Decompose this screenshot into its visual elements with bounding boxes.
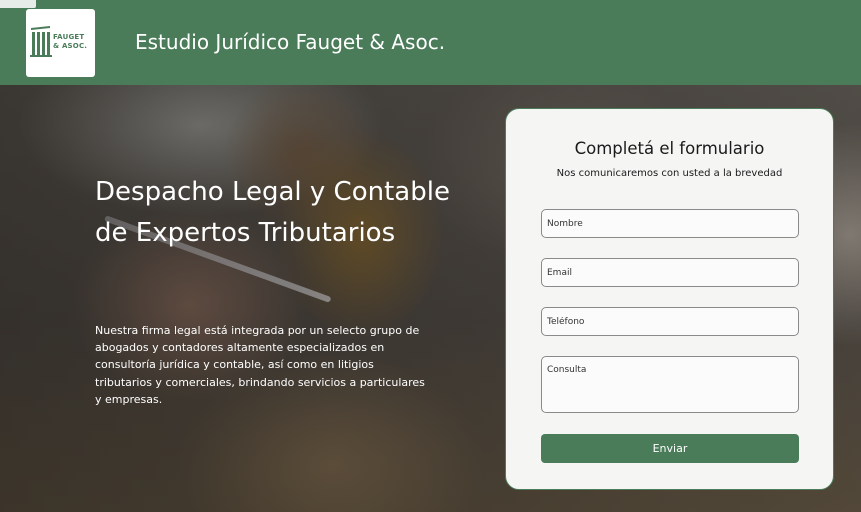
site-logo[interactable]: FAUGET & ASOC. [26, 9, 95, 77]
logo-text-line1: FAUGET [53, 33, 85, 41]
query-textarea[interactable] [541, 356, 799, 413]
site-title: Estudio Jurídico Fauget & Asoc. [135, 30, 446, 54]
phone-input[interactable] [541, 307, 799, 336]
hero-description: Nuestra firma legal está integrada por u… [95, 324, 425, 406]
logo-text-line2: & ASOC. [53, 42, 88, 50]
submit-button[interactable]: Enviar [541, 434, 799, 463]
name-input[interactable] [541, 209, 799, 238]
form-subtitle: Nos comunicaremos con usted a la breveda… [556, 168, 783, 179]
hero-heading: Despacho Legal y Contable de Expertos Tr… [95, 177, 450, 248]
form-title: Completá el formulario [574, 139, 765, 158]
contact-form: Completá el formulario Nos comunicaremos… [505, 108, 834, 490]
email-input[interactable] [541, 258, 799, 287]
logo-wordmark: FAUGET & ASOC. [53, 33, 91, 51]
top-header: FAUGET & ASOC. Estudio Jurídico Fauget &… [0, 0, 861, 85]
window-tab-indicator [0, 0, 36, 8]
